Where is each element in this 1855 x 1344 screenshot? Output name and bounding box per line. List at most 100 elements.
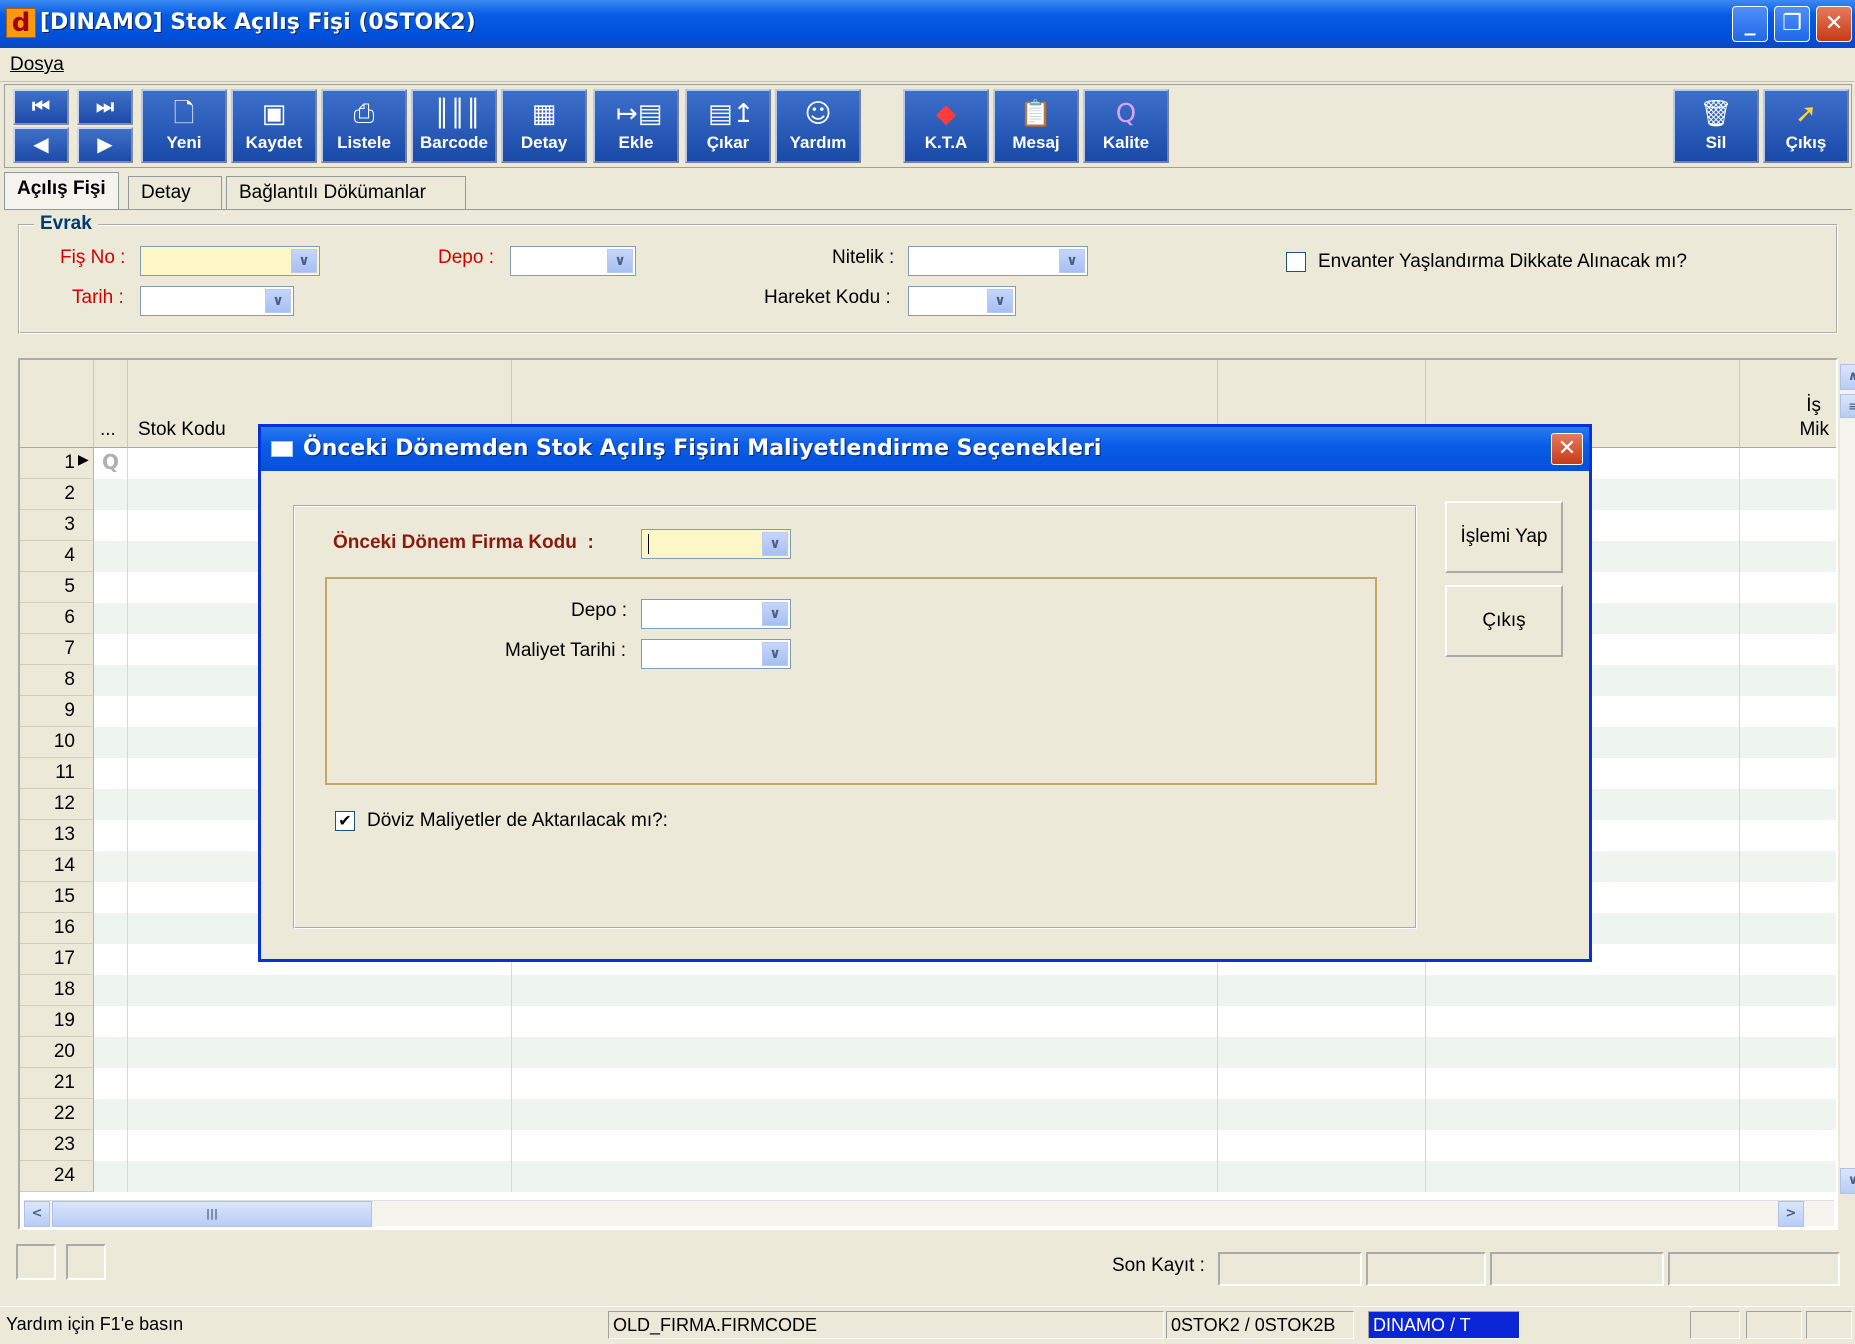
hscroll-thumb[interactable]: ||| <box>52 1201 372 1227</box>
grid-cell[interactable] <box>512 1037 1218 1068</box>
cikis-button[interactable]: ➚ Çıkış <box>1763 89 1849 163</box>
grid-cell[interactable] <box>94 820 128 851</box>
envanter-checkbox[interactable] <box>1286 252 1306 272</box>
grid-cell[interactable] <box>94 851 128 882</box>
grid-cell[interactable] <box>94 727 128 758</box>
grid-cell[interactable] <box>1218 1130 1426 1161</box>
firma-kodu-combo[interactable]: ∨ <box>641 529 791 559</box>
row-number[interactable]: 9 <box>20 696 94 727</box>
grid-cell[interactable] <box>94 634 128 665</box>
table-row[interactable]: 18 <box>20 975 1836 1006</box>
grid-cell[interactable] <box>1740 541 1836 572</box>
row-number[interactable]: 3 <box>20 510 94 541</box>
grid-cell[interactable] <box>1426 1099 1740 1130</box>
kaydet-button[interactable]: ▣ Kaydet <box>231 89 317 163</box>
grid-cell[interactable] <box>1740 696 1836 727</box>
grid-cell[interactable] <box>94 696 128 727</box>
last-record-icon[interactable]: ⏭ <box>77 89 133 125</box>
grid-cell[interactable] <box>1740 820 1836 851</box>
row-number[interactable]: 15 <box>20 882 94 913</box>
grid-cell[interactable] <box>94 603 128 634</box>
grid-cell[interactable] <box>1426 1130 1740 1161</box>
grid-cell[interactable] <box>128 1068 512 1099</box>
grid-cell[interactable] <box>512 1099 1218 1130</box>
grid-cell[interactable] <box>512 975 1218 1006</box>
row-number[interactable]: 21 <box>20 1068 94 1099</box>
chevron-down-icon[interactable]: ∨ <box>1059 249 1085 273</box>
grid-cell[interactable] <box>1218 1068 1426 1099</box>
row-number[interactable]: 6 <box>20 603 94 634</box>
grid-cell[interactable] <box>1740 665 1836 696</box>
menu-dosya[interactable]: Dosya <box>10 52 64 78</box>
grid-cell[interactable] <box>94 510 128 541</box>
grid-cell[interactable] <box>128 975 512 1006</box>
barcode-button[interactable]: ║║║ Barcode <box>411 89 497 163</box>
row-number[interactable]: 7 <box>20 634 94 665</box>
sil-button[interactable]: 🗑 Sil <box>1673 89 1759 163</box>
grid-cell[interactable] <box>1740 851 1836 882</box>
row-number[interactable]: 11 <box>20 758 94 789</box>
nitelik-combo[interactable]: ∨ <box>908 246 1088 276</box>
grid-cell[interactable] <box>1426 1161 1740 1192</box>
table-row[interactable]: 22 <box>20 1099 1836 1130</box>
row-number[interactable]: 22 <box>20 1099 94 1130</box>
dialog-cikis-button[interactable]: Çıkış <box>1445 585 1563 657</box>
fis-no-combo[interactable]: ∨ <box>140 246 320 276</box>
grid-cell[interactable] <box>94 572 128 603</box>
cikar-button[interactable]: ▤↥ Çıkar <box>685 89 771 163</box>
grid-cell[interactable] <box>1740 913 1836 944</box>
grid-cell[interactable] <box>1740 882 1836 913</box>
grid-cell[interactable] <box>94 1068 128 1099</box>
row-number[interactable]: 17 <box>20 944 94 975</box>
grid-cell[interactable] <box>94 541 128 572</box>
grid-cell[interactable] <box>94 1099 128 1130</box>
grid-cell[interactable] <box>128 1006 512 1037</box>
depo-combo[interactable]: ∨ <box>510 246 636 276</box>
maliyet-tarihi-combo[interactable]: ∨ <box>641 639 791 669</box>
scroll-right-icon[interactable]: > <box>1778 1201 1804 1227</box>
grid-cell[interactable] <box>1426 1037 1740 1068</box>
chevron-down-icon[interactable]: ∨ <box>762 532 788 556</box>
row-number[interactable]: 23 <box>20 1130 94 1161</box>
grid-cell[interactable] <box>94 1130 128 1161</box>
scroll-up-icon[interactable]: ∧ <box>1840 364 1855 390</box>
grid-cell[interactable] <box>1426 975 1740 1006</box>
row-number[interactable]: 13 <box>20 820 94 851</box>
restore-icon[interactable]: ❐ <box>1774 6 1810 42</box>
grid-cell[interactable] <box>512 1006 1218 1037</box>
grid-cell[interactable] <box>512 1068 1218 1099</box>
grid-header-dots[interactable]: ... <box>94 360 128 448</box>
doviz-checkbox[interactable]: ✔ <box>335 811 355 831</box>
row-number[interactable]: 24 <box>20 1161 94 1192</box>
first-record-icon[interactable]: ⏮ <box>13 89 69 125</box>
grid-cell[interactable] <box>1740 975 1836 1006</box>
row-number[interactable]: 10 <box>20 727 94 758</box>
chevron-down-icon[interactable]: ∨ <box>762 642 788 666</box>
grid-cell[interactable] <box>94 1161 128 1192</box>
close-icon[interactable]: ✕ <box>1816 6 1852 42</box>
row-number[interactable]: 20 <box>20 1037 94 1068</box>
grid-cell[interactable] <box>1426 1006 1740 1037</box>
grid-cell[interactable] <box>128 1099 512 1130</box>
table-row[interactable]: 24 <box>20 1161 1836 1192</box>
grid-cell[interactable] <box>1740 448 1836 479</box>
tab-acilis-fisi[interactable]: Açılış Fişi <box>4 172 119 210</box>
dialog-close-icon[interactable]: ✕ <box>1551 433 1583 465</box>
grid-header-miktar[interactable]: İş Mik <box>1740 360 1836 448</box>
chevron-down-icon[interactable]: ∨ <box>607 249 633 273</box>
islemi-yap-button[interactable]: İşlemi Yap <box>1445 501 1563 573</box>
grid-cell[interactable] <box>1740 944 1836 975</box>
grid-cell[interactable] <box>94 1006 128 1037</box>
grid-cell[interactable] <box>128 1037 512 1068</box>
scroll-down-icon[interactable]: ∨ <box>1840 1168 1855 1194</box>
grid-cell[interactable] <box>94 882 128 913</box>
grid-cell[interactable] <box>94 913 128 944</box>
minimize-icon[interactable]: _ <box>1732 6 1768 42</box>
grid-cell[interactable] <box>1426 1068 1740 1099</box>
kta-button[interactable]: ◆ K.T.A <box>903 89 989 163</box>
grid-cell[interactable] <box>94 1037 128 1068</box>
chevron-down-icon[interactable]: ∨ <box>291 249 317 273</box>
grid-cell[interactable] <box>128 1130 512 1161</box>
grid-cell[interactable] <box>1740 603 1836 634</box>
previous-record-icon[interactable]: ◀ <box>13 127 69 163</box>
